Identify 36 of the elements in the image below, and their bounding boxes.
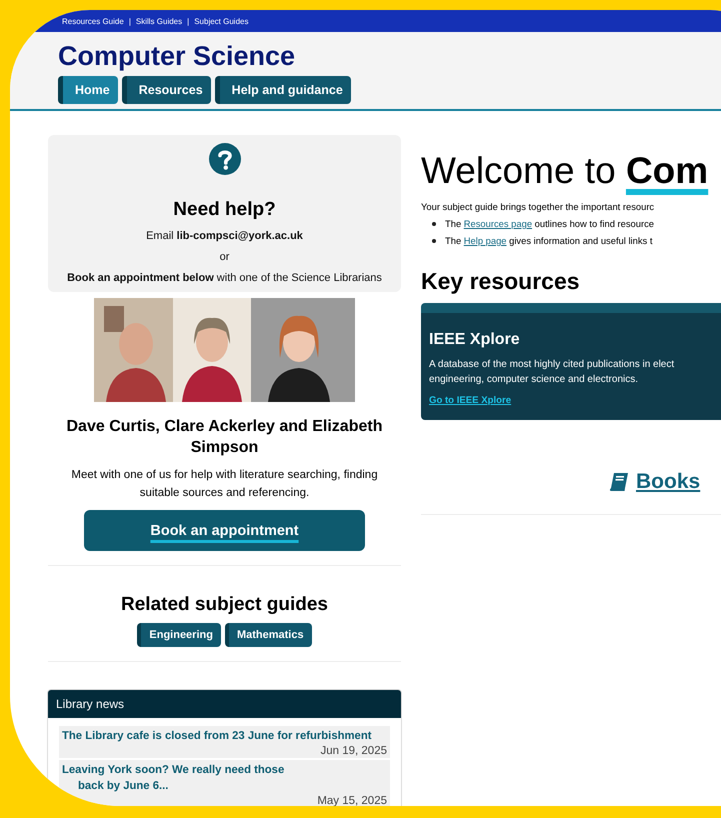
separator: | xyxy=(128,16,131,26)
separator: | xyxy=(187,16,190,26)
subject-guide-link[interactable]: Engineering xyxy=(137,623,221,647)
email-line: Email lib-compsci@york.ac.uk xyxy=(146,230,303,242)
news-header: Library news xyxy=(48,690,401,718)
top-link[interactable]: Skills Guides xyxy=(136,16,182,26)
card-link[interactable]: Go to IEEE Xplore xyxy=(429,395,512,406)
help-title: Need help? xyxy=(173,199,276,221)
nav-tab[interactable]: Help and guidance xyxy=(214,76,351,104)
intro-text: Your subject guide brings together the important resourc xyxy=(421,201,656,212)
book-appointment-button[interactable]: Book an appointment xyxy=(84,510,365,551)
news-item[interactable]: The Library cafe is closed from 23 June for refurbishment Jun 19, 2025 xyxy=(59,726,390,758)
bullet-icon xyxy=(432,222,436,226)
page-heading: Welcome to Com xyxy=(421,149,710,193)
section-heading: Related subject guides xyxy=(121,594,328,616)
books-link[interactable]: Books xyxy=(636,470,700,494)
bullet-text: The Help page gives information and useful links t xyxy=(445,235,652,246)
nav-tab[interactable]: Home xyxy=(58,76,118,104)
bullet-text: The Resources page outlines how to find resource xyxy=(445,218,654,229)
book-text: Book an appointment below with one of the Science Librarians xyxy=(67,272,382,284)
text-link[interactable]: Resources page xyxy=(464,218,532,229)
nav-tab[interactable]: Resources xyxy=(122,76,211,104)
card-title: IEEE Xplore xyxy=(429,331,521,349)
description-text: Meet with one of us for help with literature searching, finding suitable sources and referencing. xyxy=(70,468,379,501)
top-link[interactable]: Resources Guide xyxy=(62,16,124,26)
question-icon xyxy=(208,143,240,175)
book-icon xyxy=(609,472,629,492)
bullet-icon xyxy=(432,238,436,242)
librarian-names: Dave Curtis, Clare Ackerley and Elizabeth Simpson xyxy=(66,417,384,458)
card-text: A database of the most highly cited publications in elect engineering, computer science and electronics. xyxy=(429,358,676,387)
site-title: Computer Science xyxy=(58,40,296,72)
subject-guide-link[interactable]: Mathematics xyxy=(224,623,312,647)
section-heading: Key resources xyxy=(421,268,581,295)
text-link[interactable]: Help page xyxy=(464,235,507,246)
top-link[interactable]: Subject Guides xyxy=(194,16,248,26)
or-text: or xyxy=(220,251,230,263)
